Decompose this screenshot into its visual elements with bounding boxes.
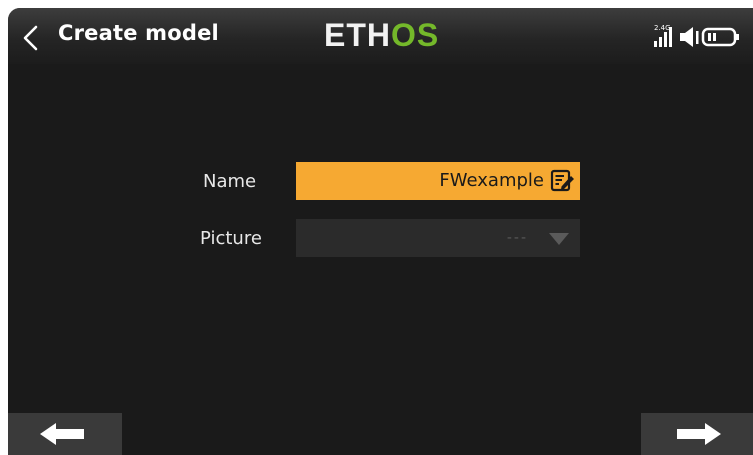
picture-label: Picture [200, 228, 262, 249]
screen: Create model ETHOS 2.4G Name FWexample P… [8, 8, 753, 455]
brand-logo: ETHOS [324, 17, 440, 53]
next-page-button[interactable] [641, 413, 753, 455]
name-value: FWexample [439, 170, 544, 191]
arrow-right-icon [677, 423, 721, 445]
edit-icon[interactable] [550, 169, 575, 193]
picture-select[interactable]: --- [296, 219, 580, 257]
back-chevron-icon [23, 25, 38, 51]
name-label: Name [203, 171, 257, 192]
dropdown-arrow-icon [548, 231, 570, 245]
speaker-icon [680, 27, 699, 47]
rf-band-label: 2.4G [654, 24, 671, 32]
page-title: Create model [58, 21, 219, 45]
back-button[interactable] [16, 22, 46, 54]
battery-icon [701, 27, 739, 47]
status-icons: 2.4G [648, 22, 748, 52]
arrow-left-icon [40, 423, 84, 445]
header-bar: Create model ETHOS 2.4G [8, 8, 753, 64]
previous-page-button[interactable] [8, 413, 122, 455]
picture-value: --- [506, 230, 528, 246]
name-field[interactable]: FWexample [296, 162, 580, 200]
